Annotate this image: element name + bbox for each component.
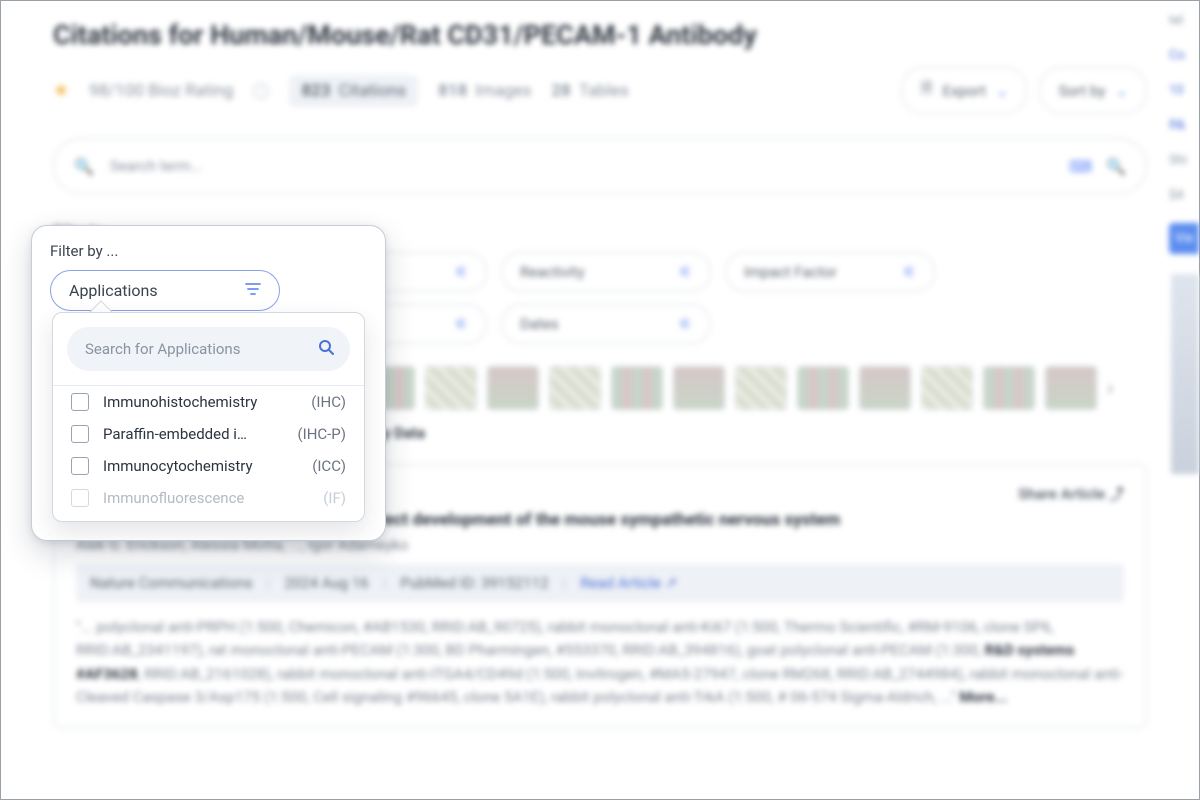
tab-images[interactable]: 818 Images bbox=[438, 81, 531, 101]
dropdown-item-ihcp[interactable]: Paraffin-embedded i… (IHC-P) bbox=[53, 418, 364, 450]
dropdown-search-input[interactable] bbox=[83, 339, 308, 359]
thumbnail[interactable] bbox=[859, 366, 911, 410]
search-input[interactable] bbox=[108, 156, 1055, 176]
applications-dropdown: Immunohistochemistry (IHC) Paraffin-embe… bbox=[52, 312, 365, 522]
info-icon[interactable]: i bbox=[253, 83, 269, 99]
dropdown-list: Immunohistochemistry (IHC) Paraffin-embe… bbox=[53, 385, 364, 514]
dropdown-item-if[interactable]: Immunofluorescence (IF) bbox=[53, 482, 364, 514]
bioz-rating: 98/100 Bioz Rating bbox=[89, 81, 233, 101]
search-submit-icon[interactable]: 🔍 bbox=[1106, 157, 1126, 176]
search-bar[interactable]: 🔍 ⌨ 🔍 bbox=[53, 138, 1147, 194]
scroll-right-icon[interactable]: › bbox=[1107, 376, 1114, 401]
stats-row: ★ 98/100 Bioz Rating i 823 Citations 818… bbox=[53, 67, 1147, 114]
dropdown-item-ihc[interactable]: Immunohistochemistry (IHC) bbox=[53, 386, 364, 418]
filter-popover: Filter by ... Applications Immunohistoch… bbox=[31, 225, 386, 541]
star-icon: ★ bbox=[53, 80, 69, 101]
article-date: 2024 Aug 16 bbox=[284, 574, 368, 592]
thumbnail[interactable] bbox=[921, 366, 973, 410]
search-icon: 🔍 bbox=[74, 157, 94, 176]
popover-applications-pill[interactable]: Applications bbox=[50, 270, 280, 311]
thumbnail[interactable] bbox=[487, 366, 539, 410]
checkbox[interactable] bbox=[71, 425, 89, 443]
dropdown-item-icc[interactable]: Immunocytochemistry (ICC) bbox=[53, 450, 364, 482]
right-column-fragment: tel Co 10 R& Shi $4 Vie bbox=[1169, 1, 1199, 799]
checkbox[interactable] bbox=[71, 457, 89, 475]
filter-icon: ⚟ bbox=[455, 263, 468, 281]
thumbnail[interactable] bbox=[735, 366, 787, 410]
thumbnail[interactable] bbox=[549, 366, 601, 410]
export-button[interactable]: 🗎 Export ⌄ bbox=[901, 67, 1027, 114]
chevron-down-icon: ⌄ bbox=[996, 82, 1009, 100]
article-snippet: "... polyclonal anti-PRPH (1:500, Chemic… bbox=[76, 616, 1124, 709]
thumbnail[interactable] bbox=[673, 366, 725, 410]
keyboard-icon[interactable]: ⌨ bbox=[1069, 157, 1092, 176]
tab-tables[interactable]: 28 Tables bbox=[551, 81, 628, 101]
product-image bbox=[1171, 274, 1199, 474]
filter-impact-factor[interactable]: Impact Factor⚟ bbox=[725, 252, 935, 292]
external-link-icon: ↗ bbox=[665, 574, 678, 592]
popover-label: Filter by ... bbox=[50, 242, 367, 260]
pubmed-id: PubMed ID: 39152112 bbox=[400, 574, 548, 592]
share-icon: ⤴ bbox=[1109, 485, 1124, 503]
filter-icon: ⚟ bbox=[455, 315, 468, 333]
filter-icon bbox=[245, 281, 261, 300]
filter-icon: ⚟ bbox=[903, 263, 916, 281]
export-icon: 🗎 bbox=[920, 78, 932, 103]
filter-icon: ⚟ bbox=[679, 263, 692, 281]
more-link[interactable]: More... bbox=[959, 688, 1007, 706]
checkbox[interactable] bbox=[71, 489, 89, 507]
journal-name: Nature Communications bbox=[90, 574, 253, 592]
view-button[interactable]: Vie bbox=[1169, 223, 1199, 254]
read-article-link[interactable]: Read Article ↗ bbox=[580, 574, 677, 592]
checkbox[interactable] bbox=[71, 393, 89, 411]
thumbnail[interactable] bbox=[611, 366, 663, 410]
search-icon[interactable] bbox=[318, 339, 334, 359]
dropdown-search[interactable] bbox=[67, 327, 350, 371]
tab-citations[interactable]: 823 Citations bbox=[289, 75, 418, 107]
page-title: Citations for Human/Mouse/Rat CD31/PECAM… bbox=[53, 19, 1147, 51]
article-meta: Nature Communications| 2024 Aug 16| PubM… bbox=[76, 564, 1124, 602]
sort-button[interactable]: Sort by ⌄ bbox=[1039, 67, 1147, 114]
filter-icon: ⚟ bbox=[679, 315, 692, 333]
filter-reactivity[interactable]: Reactivity⚟ bbox=[501, 252, 711, 292]
thumbnail[interactable] bbox=[983, 366, 1035, 410]
thumbnail[interactable] bbox=[425, 366, 477, 410]
thumbnail[interactable] bbox=[797, 366, 849, 410]
thumbnail[interactable] bbox=[1045, 366, 1097, 410]
chevron-down-icon: ⌄ bbox=[1115, 82, 1128, 100]
filter-dates[interactable]: Dates⚟ bbox=[501, 304, 711, 344]
